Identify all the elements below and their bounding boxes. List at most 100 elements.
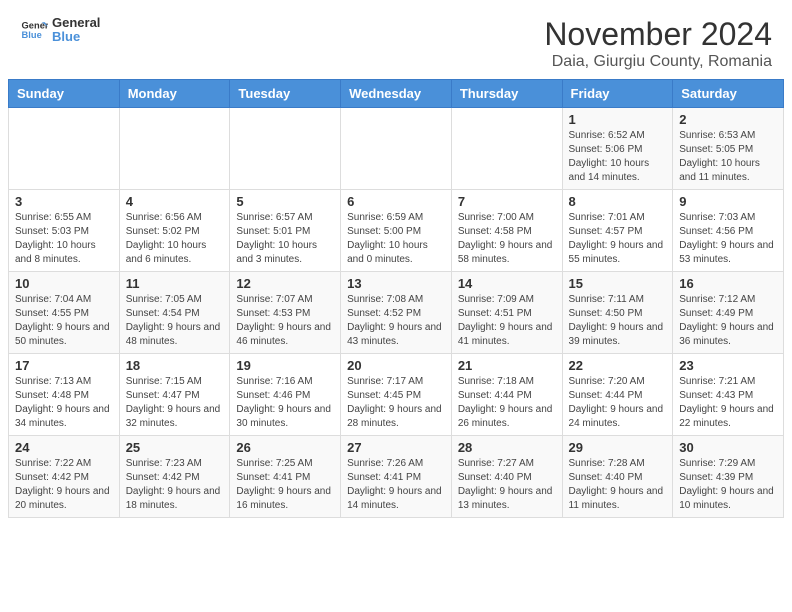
day-number: 6 (347, 194, 445, 209)
day-info: Sunrise: 7:04 AM Sunset: 4:55 PM Dayligh… (15, 293, 113, 349)
calendar-cell: 24 Sunrise: 7:22 AM Sunset: 4:42 PM Dayli… (9, 436, 120, 518)
day-info: Sunrise: 7:01 AM Sunset: 4:57 PM Dayligh… (569, 211, 667, 267)
day-number: 26 (236, 440, 334, 455)
day-info: Sunrise: 7:03 AM Sunset: 4:56 PM Dayligh… (679, 211, 777, 267)
day-info: Sunrise: 7:00 AM Sunset: 4:58 PM Dayligh… (458, 211, 556, 267)
day-info: Sunrise: 7:28 AM Sunset: 4:40 PM Dayligh… (569, 457, 667, 513)
day-info: Sunrise: 6:56 AM Sunset: 5:02 PM Dayligh… (126, 211, 224, 267)
day-number: 10 (15, 276, 113, 291)
svg-text:Blue: Blue (22, 30, 42, 40)
weekday-header-wednesday: Wednesday (341, 80, 452, 108)
calendar-week-1: 1 Sunrise: 6:52 AM Sunset: 5:06 PM Daylig… (9, 108, 784, 190)
weekday-header-friday: Friday (562, 80, 673, 108)
day-info: Sunrise: 7:20 AM Sunset: 4:44 PM Dayligh… (569, 375, 667, 431)
day-number: 21 (458, 358, 556, 373)
day-number: 15 (569, 276, 667, 291)
day-number: 16 (679, 276, 777, 291)
day-info: Sunrise: 6:55 AM Sunset: 5:03 PM Dayligh… (15, 211, 113, 267)
calendar-cell: 29 Sunrise: 7:28 AM Sunset: 4:40 PM Dayli… (562, 436, 673, 518)
day-info: Sunrise: 7:21 AM Sunset: 4:43 PM Dayligh… (679, 375, 777, 431)
weekday-header-row: SundayMondayTuesdayWednesdayThursdayFrid… (9, 80, 784, 108)
header: General Blue General Blue November 2024 … (0, 0, 792, 79)
calendar-cell: 5Sunrise: 6:57 AM Sunset: 5:01 PM Daylig… (230, 190, 341, 272)
calendar-cell: 14 Sunrise: 7:09 AM Sunset: 4:51 PM Dayli… (451, 272, 562, 354)
title-area: November 2024 Daia, Giurgiu County, Roma… (544, 16, 772, 71)
weekday-header-sunday: Sunday (9, 80, 120, 108)
day-number: 1 (569, 112, 667, 127)
calendar-week-3: 10 Sunrise: 7:04 AM Sunset: 4:55 PM Dayli… (9, 272, 784, 354)
day-info: Sunrise: 7:05 AM Sunset: 4:54 PM Dayligh… (126, 293, 224, 349)
weekday-header-thursday: Thursday (451, 80, 562, 108)
calendar-table: SundayMondayTuesdayWednesdayThursdayFrid… (8, 79, 784, 518)
logo: General Blue General Blue (20, 16, 100, 45)
calendar-body: 1 Sunrise: 6:52 AM Sunset: 5:06 PM Daylig… (9, 108, 784, 518)
calendar-cell: 3 Sunrise: 6:55 AM Sunset: 5:03 PM Daylig… (9, 190, 120, 272)
day-info: Sunrise: 6:53 AM Sunset: 5:05 PM Dayligh… (679, 129, 777, 185)
day-number: 8 (569, 194, 667, 209)
day-info: Sunrise: 7:12 AM Sunset: 4:49 PM Dayligh… (679, 293, 777, 349)
day-number: 23 (679, 358, 777, 373)
calendar-cell: 26 Sunrise: 7:25 AM Sunset: 4:41 PM Dayli… (230, 436, 341, 518)
day-info: Sunrise: 7:29 AM Sunset: 4:39 PM Dayligh… (679, 457, 777, 513)
calendar-cell: 30 Sunrise: 7:29 AM Sunset: 4:39 PM Dayli… (673, 436, 784, 518)
calendar-cell: 23 Sunrise: 7:21 AM Sunset: 4:43 PM Dayli… (673, 354, 784, 436)
logo-icon: General Blue (20, 16, 48, 44)
calendar-cell: 2 Sunrise: 6:53 AM Sunset: 5:05 PM Daylig… (673, 108, 784, 190)
weekday-header-saturday: Saturday (673, 80, 784, 108)
calendar-week-4: 17Sunrise: 7:13 AM Sunset: 4:48 PM Dayli… (9, 354, 784, 436)
logo-line1: General (52, 16, 100, 30)
calendar-cell (341, 108, 452, 190)
day-number: 19 (236, 358, 334, 373)
calendar-week-2: 3 Sunrise: 6:55 AM Sunset: 5:03 PM Daylig… (9, 190, 784, 272)
day-number: 28 (458, 440, 556, 455)
day-info: Sunrise: 7:27 AM Sunset: 4:40 PM Dayligh… (458, 457, 556, 513)
day-number: 14 (458, 276, 556, 291)
calendar-week-5: 24 Sunrise: 7:22 AM Sunset: 4:42 PM Dayli… (9, 436, 784, 518)
day-info: Sunrise: 7:18 AM Sunset: 4:44 PM Dayligh… (458, 375, 556, 431)
day-number: 18 (126, 358, 224, 373)
day-number: 9 (679, 194, 777, 209)
day-info: Sunrise: 7:16 AM Sunset: 4:46 PM Dayligh… (236, 375, 334, 431)
day-info: Sunrise: 7:26 AM Sunset: 4:41 PM Dayligh… (347, 457, 445, 513)
day-info: Sunrise: 7:07 AM Sunset: 4:53 PM Dayligh… (236, 293, 334, 349)
day-number: 11 (126, 276, 224, 291)
calendar-cell: 6 Sunrise: 6:59 AM Sunset: 5:00 PM Daylig… (341, 190, 452, 272)
weekday-header-monday: Monday (119, 80, 230, 108)
day-number: 27 (347, 440, 445, 455)
day-number: 24 (15, 440, 113, 455)
day-info: Sunrise: 7:25 AM Sunset: 4:41 PM Dayligh… (236, 457, 334, 513)
day-info: Sunrise: 6:59 AM Sunset: 5:00 PM Dayligh… (347, 211, 445, 267)
day-info: Sunrise: 6:57 AM Sunset: 5:01 PM Dayligh… (236, 211, 334, 267)
calendar-cell: 9 Sunrise: 7:03 AM Sunset: 4:56 PM Daylig… (673, 190, 784, 272)
day-info: Sunrise: 6:52 AM Sunset: 5:06 PM Dayligh… (569, 129, 667, 185)
day-info: Sunrise: 7:13 AM Sunset: 4:48 PM Dayligh… (15, 375, 113, 431)
calendar-cell: 19 Sunrise: 7:16 AM Sunset: 4:46 PM Dayli… (230, 354, 341, 436)
calendar-cell: 1 Sunrise: 6:52 AM Sunset: 5:06 PM Daylig… (562, 108, 673, 190)
day-number: 4 (126, 194, 224, 209)
calendar-cell (230, 108, 341, 190)
day-info: Sunrise: 7:22 AM Sunset: 4:42 PM Dayligh… (15, 457, 113, 513)
day-info: Sunrise: 7:23 AM Sunset: 4:42 PM Dayligh… (126, 457, 224, 513)
day-info: Sunrise: 7:11 AM Sunset: 4:50 PM Dayligh… (569, 293, 667, 349)
calendar-cell: 13Sunrise: 7:08 AM Sunset: 4:52 PM Dayli… (341, 272, 452, 354)
svg-text:General: General (22, 21, 48, 31)
day-number: 25 (126, 440, 224, 455)
day-number: 13 (347, 276, 445, 291)
month-title: November 2024 (544, 16, 772, 53)
calendar-cell (9, 108, 120, 190)
calendar-cell: 12 Sunrise: 7:07 AM Sunset: 4:53 PM Dayli… (230, 272, 341, 354)
day-info: Sunrise: 7:15 AM Sunset: 4:47 PM Dayligh… (126, 375, 224, 431)
day-number: 30 (679, 440, 777, 455)
day-number: 12 (236, 276, 334, 291)
location-title: Daia, Giurgiu County, Romania (544, 53, 772, 71)
day-number: 3 (15, 194, 113, 209)
day-info: Sunrise: 7:09 AM Sunset: 4:51 PM Dayligh… (458, 293, 556, 349)
weekday-header-tuesday: Tuesday (230, 80, 341, 108)
calendar-cell: 10 Sunrise: 7:04 AM Sunset: 4:55 PM Dayli… (9, 272, 120, 354)
calendar-cell: 8 Sunrise: 7:01 AM Sunset: 4:57 PM Daylig… (562, 190, 673, 272)
day-number: 2 (679, 112, 777, 127)
day-number: 29 (569, 440, 667, 455)
logo-line2: Blue (52, 30, 100, 44)
day-number: 22 (569, 358, 667, 373)
calendar-cell: 27 Sunrise: 7:26 AM Sunset: 4:41 PM Dayli… (341, 436, 452, 518)
